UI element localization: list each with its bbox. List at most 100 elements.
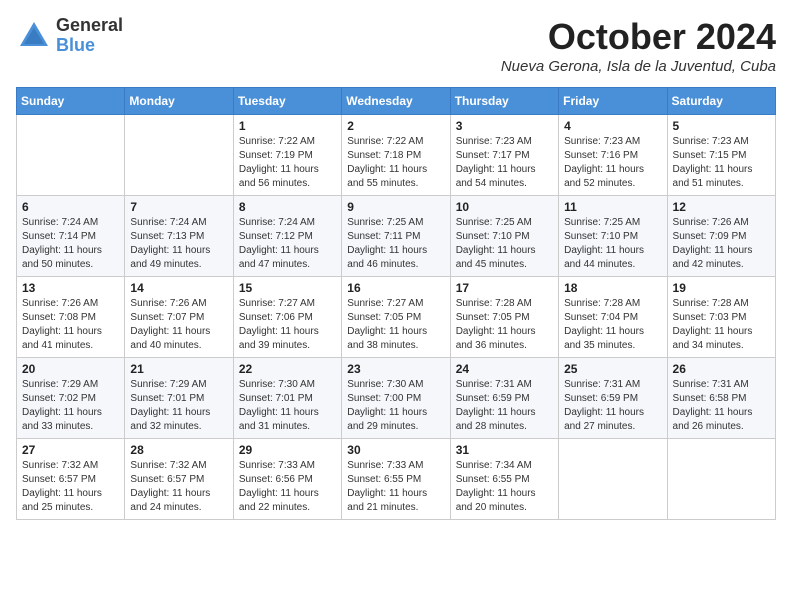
day-info: Sunrise: 7:30 AM Sunset: 7:00 PM Dayligh… [347,378,444,434]
calendar-cell: 20 Sunrise: 7:29 AM Sunset: 7:02 PM Dayli… [17,358,125,439]
day-number: 12 [673,200,770,214]
weekday-header: Sunday [17,88,125,115]
day-info: Sunrise: 7:28 AM Sunset: 7:03 PM Dayligh… [673,297,770,353]
calendar-cell [559,439,667,520]
calendar-cell: 3Sunrise: 7:23 AM Sunset: 7:17 PM Daylig… [450,115,558,196]
day-info: Sunrise: 7:24 AM Sunset: 7:13 PM Dayligh… [130,216,227,272]
day-info: Sunrise: 7:27 AM Sunset: 7:05 PM Dayligh… [347,297,444,353]
weekday-header: Tuesday [233,88,341,115]
day-info: Sunrise: 7:31 AM Sunset: 6:59 PM Dayligh… [564,378,661,434]
calendar-cell: 27Sunrise: 7:32 AM Sunset: 6:57 PM Dayli… [17,439,125,520]
calendar-cell: 7 Sunrise: 7:24 AM Sunset: 7:13 PM Daylig… [125,196,233,277]
day-number: 1 [239,119,336,133]
day-info: Sunrise: 7:31 AM Sunset: 6:58 PM Dayligh… [673,378,770,434]
calendar-cell: 14 Sunrise: 7:26 AM Sunset: 7:07 PM Dayli… [125,277,233,358]
day-info: Sunrise: 7:33 AM Sunset: 6:55 PM Dayligh… [347,459,444,515]
calendar-cell: 24 Sunrise: 7:31 AM Sunset: 6:59 PM Dayli… [450,358,558,439]
day-info: Sunrise: 7:28 AM Sunset: 7:05 PM Dayligh… [456,297,553,353]
logo-blue-label: Blue [56,36,123,56]
title-block: October 2024 Nueva Gerona, Isla de la Ju… [501,16,776,75]
day-number: 5 [673,119,770,133]
calendar-week-row: 6 Sunrise: 7:24 AM Sunset: 7:14 PM Daylig… [17,196,776,277]
calendar-cell: 5 Sunrise: 7:23 AM Sunset: 7:15 PM Daylig… [667,115,775,196]
logo-icon [16,18,52,54]
calendar-cell: 21Sunrise: 7:29 AM Sunset: 7:01 PM Dayli… [125,358,233,439]
calendar-week-row: 27Sunrise: 7:32 AM Sunset: 6:57 PM Dayli… [17,439,776,520]
day-number: 29 [239,443,336,457]
calendar-cell: 28 Sunrise: 7:32 AM Sunset: 6:57 PM Dayli… [125,439,233,520]
day-number: 23 [347,362,444,376]
logo: General Blue [16,16,123,56]
day-info: Sunrise: 7:30 AM Sunset: 7:01 PM Dayligh… [239,378,336,434]
day-info: Sunrise: 7:26 AM Sunset: 7:08 PM Dayligh… [22,297,119,353]
day-info: Sunrise: 7:23 AM Sunset: 7:15 PM Dayligh… [673,135,770,191]
day-number: 14 [130,281,227,295]
weekday-header: Saturday [667,88,775,115]
calendar-cell [667,439,775,520]
day-info: Sunrise: 7:26 AM Sunset: 7:09 PM Dayligh… [673,216,770,272]
calendar-cell: 22Sunrise: 7:30 AM Sunset: 7:01 PM Dayli… [233,358,341,439]
day-info: Sunrise: 7:25 AM Sunset: 7:10 PM Dayligh… [456,216,553,272]
calendar-cell: 23 Sunrise: 7:30 AM Sunset: 7:00 PM Dayli… [342,358,450,439]
calendar-cell: 19Sunrise: 7:28 AM Sunset: 7:03 PM Dayli… [667,277,775,358]
calendar-cell: 10Sunrise: 7:25 AM Sunset: 7:10 PM Dayli… [450,196,558,277]
day-number: 15 [239,281,336,295]
calendar-cell: 31Sunrise: 7:34 AM Sunset: 6:55 PM Dayli… [450,439,558,520]
day-info: Sunrise: 7:25 AM Sunset: 7:10 PM Dayligh… [564,216,661,272]
day-info: Sunrise: 7:24 AM Sunset: 7:12 PM Dayligh… [239,216,336,272]
day-number: 11 [564,200,661,214]
calendar-cell: 6 Sunrise: 7:24 AM Sunset: 7:14 PM Daylig… [17,196,125,277]
calendar-table: SundayMondayTuesdayWednesdayThursdayFrid… [16,87,776,520]
day-info: Sunrise: 7:33 AM Sunset: 6:56 PM Dayligh… [239,459,336,515]
day-info: Sunrise: 7:27 AM Sunset: 7:06 PM Dayligh… [239,297,336,353]
calendar-cell: 26 Sunrise: 7:31 AM Sunset: 6:58 PM Dayli… [667,358,775,439]
day-number: 7 [130,200,227,214]
calendar-week-row: 20 Sunrise: 7:29 AM Sunset: 7:02 PM Dayli… [17,358,776,439]
day-info: Sunrise: 7:26 AM Sunset: 7:07 PM Dayligh… [130,297,227,353]
calendar-cell: 2Sunrise: 7:22 AM Sunset: 7:18 PM Daylig… [342,115,450,196]
day-number: 18 [564,281,661,295]
day-info: Sunrise: 7:22 AM Sunset: 7:18 PM Dayligh… [347,135,444,191]
calendar-cell: 13 Sunrise: 7:26 AM Sunset: 7:08 PM Dayli… [17,277,125,358]
day-info: Sunrise: 7:23 AM Sunset: 7:17 PM Dayligh… [456,135,553,191]
day-number: 6 [22,200,119,214]
day-info: Sunrise: 7:22 AM Sunset: 7:19 PM Dayligh… [239,135,336,191]
day-info: Sunrise: 7:32 AM Sunset: 6:57 PM Dayligh… [130,459,227,515]
calendar-cell: 25 Sunrise: 7:31 AM Sunset: 6:59 PM Dayli… [559,358,667,439]
day-info: Sunrise: 7:31 AM Sunset: 6:59 PM Dayligh… [456,378,553,434]
day-number: 26 [673,362,770,376]
weekday-header: Thursday [450,88,558,115]
day-number: 30 [347,443,444,457]
calendar-cell: 9Sunrise: 7:25 AM Sunset: 7:11 PM Daylig… [342,196,450,277]
calendar-cell [125,115,233,196]
day-info: Sunrise: 7:29 AM Sunset: 7:01 PM Dayligh… [130,378,227,434]
day-info: Sunrise: 7:23 AM Sunset: 7:16 PM Dayligh… [564,135,661,191]
calendar-header-row: SundayMondayTuesdayWednesdayThursdayFrid… [17,88,776,115]
calendar-cell: 11 Sunrise: 7:25 AM Sunset: 7:10 PM Dayli… [559,196,667,277]
day-number: 20 [22,362,119,376]
calendar-cell: 8Sunrise: 7:24 AM Sunset: 7:12 PM Daylig… [233,196,341,277]
day-number: 25 [564,362,661,376]
calendar-cell: 29 Sunrise: 7:33 AM Sunset: 6:56 PM Dayli… [233,439,341,520]
day-number: 9 [347,200,444,214]
calendar-cell: 18Sunrise: 7:28 AM Sunset: 7:04 PM Dayli… [559,277,667,358]
day-number: 13 [22,281,119,295]
calendar-cell: 12 Sunrise: 7:26 AM Sunset: 7:09 PM Dayli… [667,196,775,277]
weekday-header: Monday [125,88,233,115]
calendar-cell: 16Sunrise: 7:27 AM Sunset: 7:05 PM Dayli… [342,277,450,358]
day-info: Sunrise: 7:29 AM Sunset: 7:02 PM Dayligh… [22,378,119,434]
location-label: Nueva Gerona, Isla de la Juventud, Cuba [501,58,776,75]
calendar-cell: 15 Sunrise: 7:27 AM Sunset: 7:06 PM Dayli… [233,277,341,358]
weekday-header: Wednesday [342,88,450,115]
logo-text: General Blue [56,16,123,56]
day-number: 4 [564,119,661,133]
calendar-cell [17,115,125,196]
day-info: Sunrise: 7:32 AM Sunset: 6:57 PM Dayligh… [22,459,119,515]
day-number: 28 [130,443,227,457]
calendar-week-row: 13 Sunrise: 7:26 AM Sunset: 7:08 PM Dayli… [17,277,776,358]
day-info: Sunrise: 7:34 AM Sunset: 6:55 PM Dayligh… [456,459,553,515]
day-number: 24 [456,362,553,376]
day-number: 17 [456,281,553,295]
day-info: Sunrise: 7:24 AM Sunset: 7:14 PM Dayligh… [22,216,119,272]
calendar-cell: 1 Sunrise: 7:22 AM Sunset: 7:19 PM Daylig… [233,115,341,196]
